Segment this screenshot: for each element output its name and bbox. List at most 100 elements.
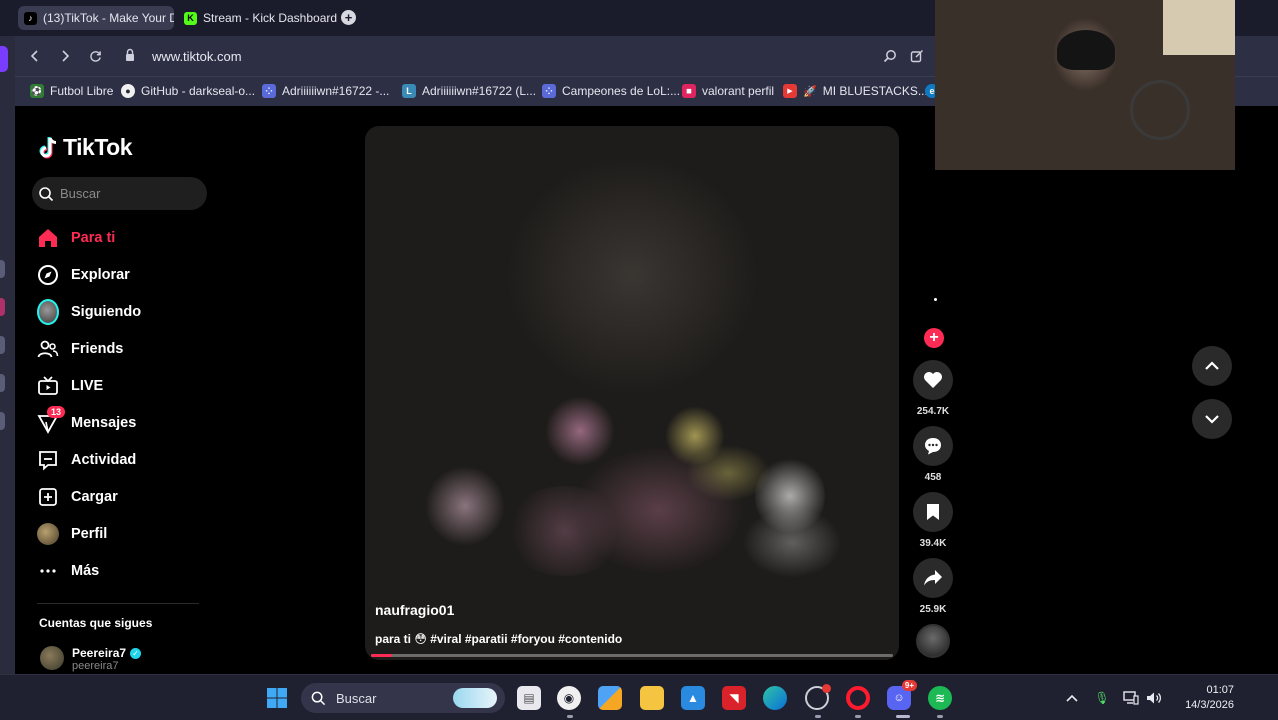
forward-arrow-icon [62, 50, 70, 62]
network-icon[interactable] [1122, 689, 1140, 707]
taskbar-edge-icon[interactable] [763, 686, 787, 710]
creator-avatar[interactable] [934, 298, 937, 301]
volume-icon[interactable] [1145, 689, 1163, 707]
youtube-icon: ▶ [783, 84, 797, 98]
url-text[interactable]: www.tiktok.com [152, 49, 242, 64]
profile-avatar-icon [37, 523, 59, 545]
taskbar-store-icon[interactable] [598, 686, 622, 710]
nav-friends[interactable]: Friends [37, 336, 123, 362]
webcam-background-fan [1130, 80, 1190, 140]
followed-account-name: Peereira7 ✓ [72, 646, 142, 660]
futbol-favicon-icon: ⚽ [30, 84, 44, 98]
nav-label: Siguiendo [71, 304, 142, 320]
taskbar-file-explorer-icon[interactable] [640, 686, 664, 710]
video-author[interactable]: naufragio01 [375, 602, 454, 618]
live-tv-icon [37, 375, 59, 397]
webcam-person [1057, 30, 1115, 70]
video-progress-bar[interactable] [371, 654, 893, 657]
save-button[interactable] [913, 492, 953, 532]
nav-label: Cargar [71, 489, 118, 505]
compass-icon [37, 264, 59, 286]
taskbar-clock[interactable]: 01:07 14/3/2026 [1174, 683, 1234, 713]
bookmark-campeones-lol[interactable]: ⁘ Campeones de LoL:... [542, 84, 680, 98]
sidebar-app-icon[interactable] [0, 374, 5, 392]
home-icon [37, 227, 59, 249]
tiktok-wordmark: TikTok [63, 134, 133, 160]
windows-taskbar: Buscar ▤ ◉ ▲ ◥ ☺ 9+ ≋ 🎙 01:07 14/3/2026 [0, 674, 1278, 720]
taskbar-photos-icon[interactable]: ▲ [681, 686, 705, 710]
video-player[interactable]: naufragio01 para ti 😳 #viral #paratii #f… [365, 126, 899, 660]
video-caption: para ti 😳 #viral #paratii #foryou #conte… [375, 632, 623, 646]
nav-live[interactable]: LIVE [37, 373, 103, 399]
nav-cargar[interactable]: Cargar [37, 484, 118, 510]
bookmark-label: Adriiiiiiwn#16722 (L... [422, 84, 537, 98]
share-button[interactable] [913, 558, 953, 598]
followed-account[interactable]: Peereira7 ✓ peereira7 [40, 646, 142, 672]
bookmark-valorant-perfil[interactable]: ◼ valorant perfil [682, 84, 774, 98]
rocket-icon: 🚀 [803, 85, 817, 98]
running-indicator [937, 715, 943, 718]
friends-icon [37, 338, 59, 360]
taskbar-spotify-icon[interactable]: ≋ [928, 686, 952, 710]
nav-label: Actividad [71, 452, 137, 468]
back-button[interactable] [25, 46, 45, 66]
forward-button[interactable] [55, 46, 75, 66]
clock-date: 14/3/2026 [1185, 699, 1234, 711]
nav-para-ti[interactable]: Para ti [37, 225, 115, 251]
tab-tiktok[interactable]: ♪ (13)TikTok - Make Your Da [18, 6, 174, 30]
sidebar-app-icon[interactable] [0, 298, 5, 316]
page-search-icon[interactable] [881, 47, 899, 65]
nav-explorar[interactable]: Explorar [37, 262, 130, 288]
previous-video-button[interactable] [1192, 346, 1232, 386]
new-tab-button[interactable]: + [341, 10, 356, 25]
nav-siguiendo[interactable]: Siguiendo [37, 299, 141, 325]
running-indicator [855, 715, 861, 718]
nav-mas[interactable]: Más [37, 558, 99, 584]
bookmark-adriiiiiiwn-1[interactable]: ⁘ Adriiiiiiwn#16722 -... [262, 84, 389, 98]
windows-start-button[interactable] [265, 686, 289, 710]
tracker-favicon-icon: ⁘ [262, 84, 276, 98]
comment-button[interactable] [913, 426, 953, 466]
tiktok-logo[interactable]: TikTok [39, 134, 133, 161]
taskbar-notepad-icon[interactable]: ▤ [517, 686, 541, 710]
bookmark-adriiiiiiwn-2[interactable]: L Adriiiiiiwn#16722 (L... [402, 84, 536, 98]
search-highlight-icon [453, 688, 497, 708]
running-indicator [815, 715, 821, 718]
verified-icon: ✓ [130, 647, 142, 659]
chevron-up-icon [1066, 694, 1078, 702]
next-video-button[interactable] [1192, 399, 1232, 439]
bookmark-futbol-libre[interactable]: ⚽ Futbol Libre [30, 84, 113, 98]
reload-button[interactable] [85, 46, 105, 66]
bookmark-mi-bluestacks[interactable]: ▶ 🚀 MI BLUESTACKS... [783, 84, 928, 98]
search-placeholder: Buscar [60, 186, 101, 201]
discord-logo-icon: ☺ [893, 692, 905, 704]
nav-actividad[interactable]: Actividad [37, 447, 136, 473]
sidebar-app-icon[interactable] [0, 336, 5, 354]
comment-count: 458 [924, 472, 942, 483]
bookmark-icon [927, 504, 939, 520]
nav-label: Para ti [71, 230, 116, 246]
taskbar-chrome-icon[interactable] [805, 684, 831, 710]
taskbar-amd-icon[interactable]: ◥ [722, 686, 746, 710]
taskbar-opera-icon[interactable] [846, 686, 870, 710]
bookmark-github[interactable]: ● GitHub - darkseal-o... [121, 84, 255, 98]
reload-icon [89, 50, 101, 62]
chevron-down-icon [1205, 415, 1219, 424]
follow-creator-button[interactable]: + [924, 328, 944, 348]
sound-disc-avatar[interactable] [916, 624, 950, 658]
taskbar-discord-icon[interactable]: ☺ 9+ [887, 680, 917, 710]
edit-share-icon[interactable] [908, 47, 926, 65]
taskbar-obs-icon[interactable]: ◉ [557, 686, 581, 710]
search-input[interactable]: Buscar [32, 177, 207, 210]
nav-mensajes[interactable]: 13 Mensajes [37, 406, 136, 436]
taskbar-search[interactable]: Buscar [301, 683, 505, 713]
bookmark-label: valorant perfil [702, 84, 775, 98]
microphone-icon[interactable]: 🎙 [1093, 689, 1111, 707]
lock-icon [126, 48, 134, 61]
show-hidden-icons-button[interactable] [1063, 689, 1081, 707]
tab-kick-dashboard[interactable]: K Stream - Kick Dashboard [178, 6, 338, 30]
sidebar-app-icon[interactable] [0, 412, 5, 430]
nav-perfil[interactable]: Perfil [37, 521, 107, 547]
like-button[interactable] [913, 360, 953, 400]
sidebar-app-icon[interactable] [0, 260, 5, 278]
